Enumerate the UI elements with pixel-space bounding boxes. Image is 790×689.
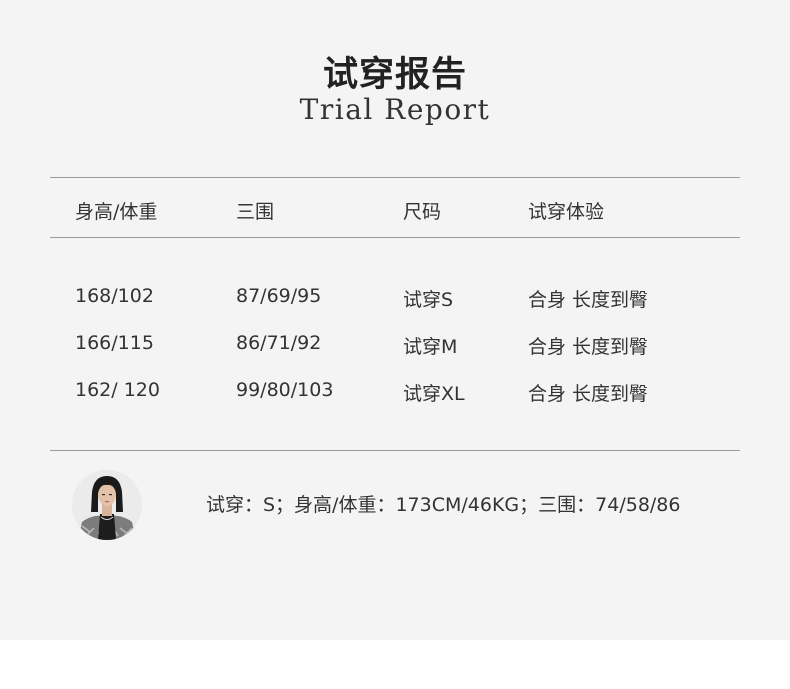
model-avatar xyxy=(72,470,142,540)
cell-measurements: 99/80/103 xyxy=(236,379,334,401)
cell-fit-experience: 合身 长度到臀 xyxy=(528,383,649,405)
cell-size: 试穿XL xyxy=(403,383,465,405)
column-header-height-weight: 身高/体重 xyxy=(75,201,158,223)
column-header-fit-experience: 试穿体验 xyxy=(528,201,605,223)
model-portrait-image xyxy=(72,470,142,540)
table-header-divider xyxy=(50,237,740,238)
cell-height-weight: 168/102 xyxy=(75,285,154,307)
cell-size: 试穿S xyxy=(403,289,454,311)
cell-measurements: 86/71/92 xyxy=(236,332,322,354)
title-english: Trial Report xyxy=(299,93,491,126)
title-chinese: 试穿报告 xyxy=(322,55,467,95)
cell-size: 试穿M xyxy=(403,336,458,358)
column-header-size: 尺码 xyxy=(403,201,442,223)
table-bottom-divider xyxy=(50,450,740,451)
cell-fit-experience: 合身 长度到臀 xyxy=(528,336,649,358)
table-top-divider xyxy=(50,177,740,178)
column-header-measurements: 三围 xyxy=(236,201,275,223)
cell-fit-experience: 合身 长度到臀 xyxy=(528,289,649,311)
cell-height-weight: 162/ 120 xyxy=(75,379,160,401)
model-info-text: 试穿：S；身高/体重：173CM/46KG；三围：74/58/86 xyxy=(206,494,681,516)
cell-measurements: 87/69/95 xyxy=(236,285,322,307)
trial-report-panel: 试穿报告 Trial Report 身高/体重 三围 尺码 试穿体验 168/1… xyxy=(0,0,790,640)
cell-height-weight: 166/115 xyxy=(75,332,154,354)
